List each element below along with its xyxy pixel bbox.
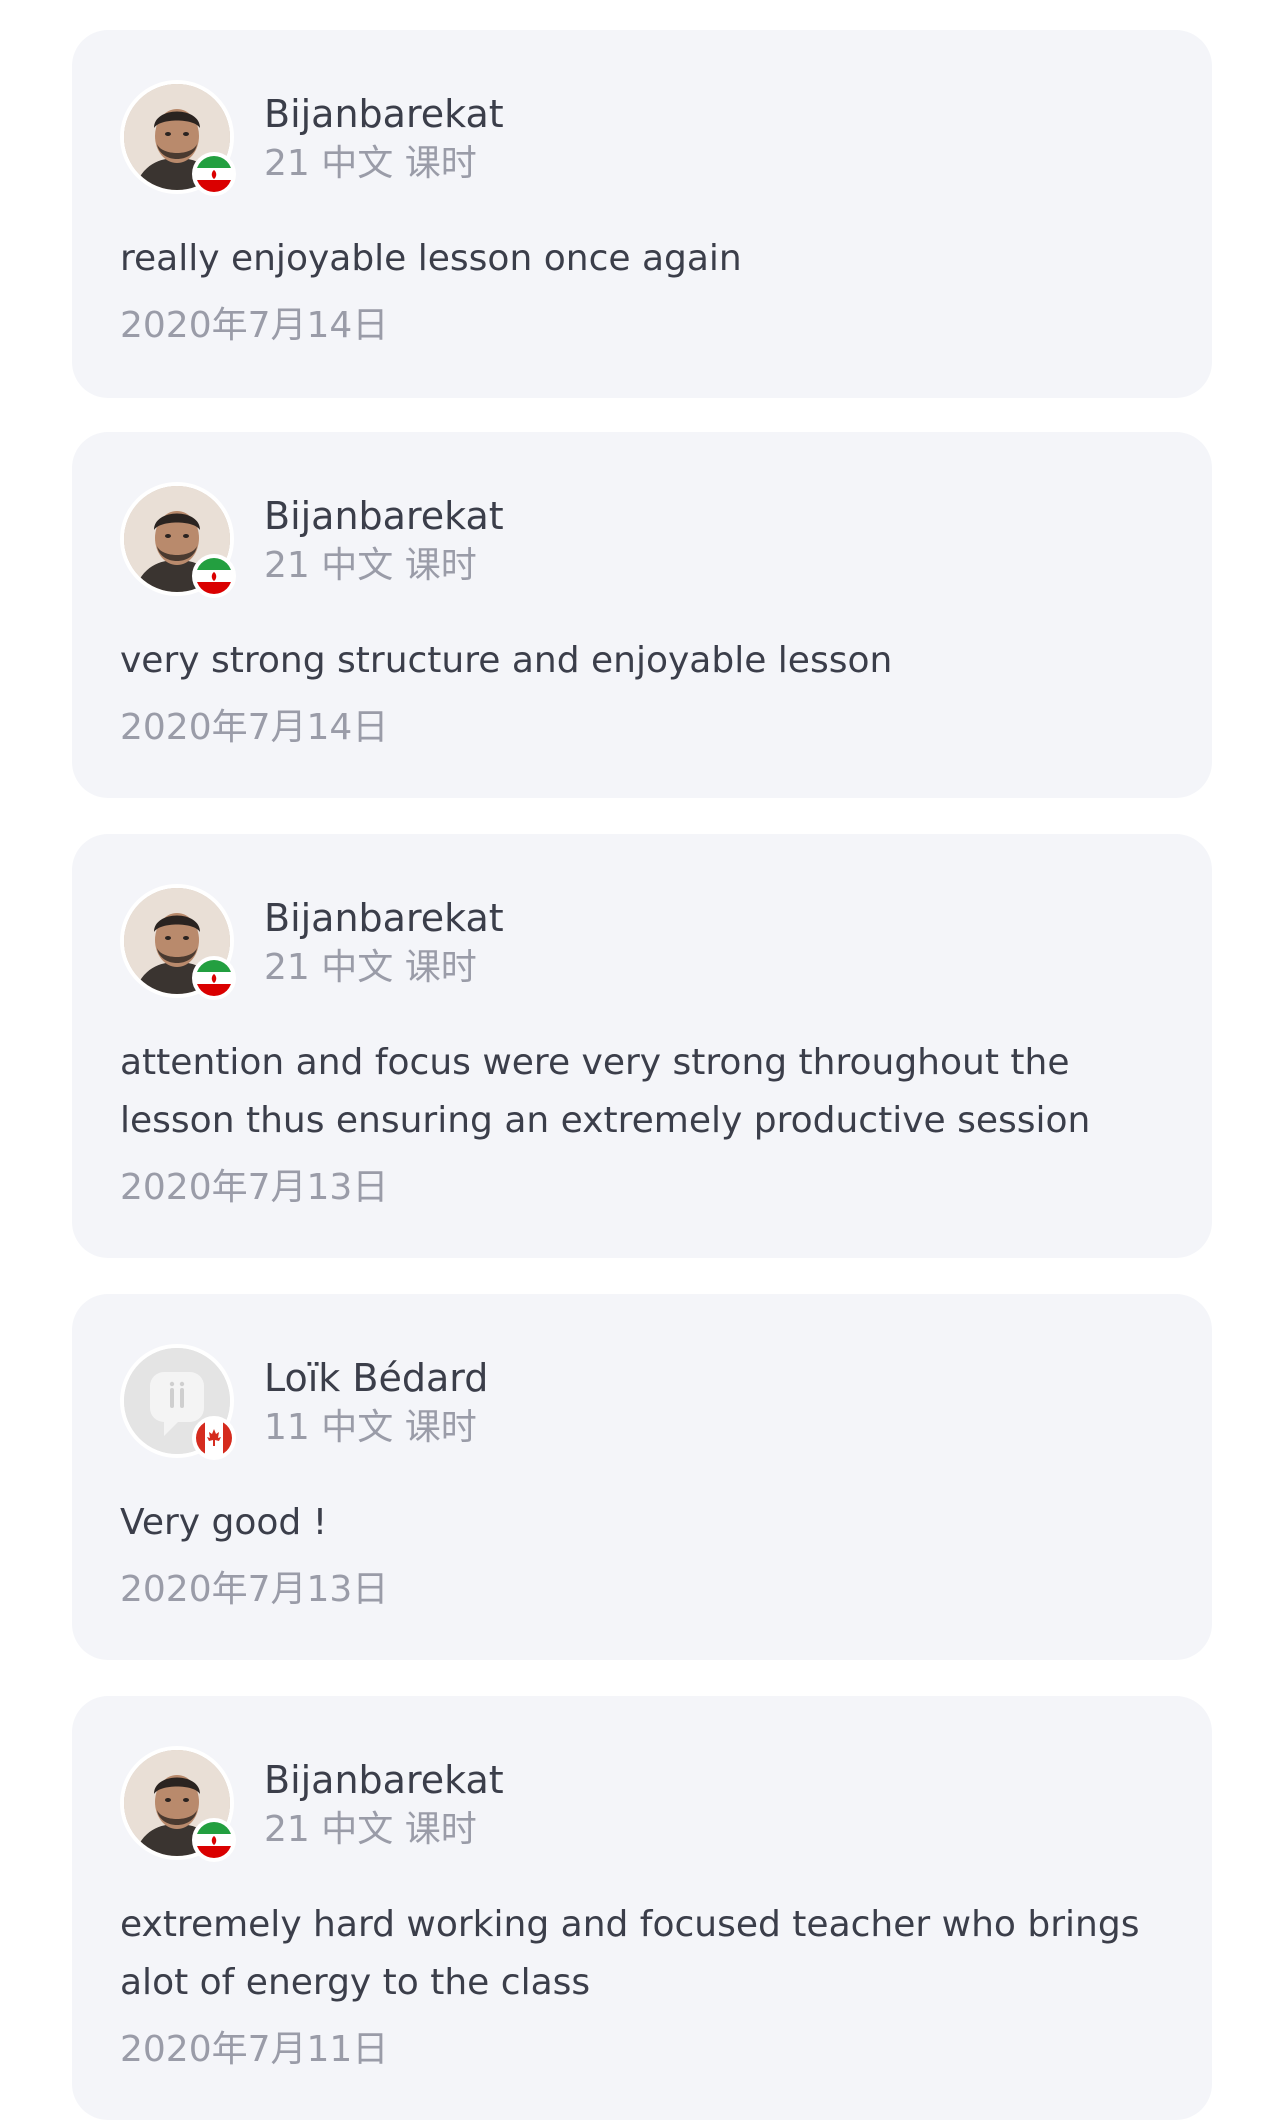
review-text: Very good ! xyxy=(120,1502,328,1543)
reviewer-avatar-wrap[interactable] xyxy=(120,80,236,196)
iran-flag-icon xyxy=(192,956,236,1000)
review-card: Bijanbarekat 21 中文 课时 really enjoyable l… xyxy=(72,30,1212,398)
reviewer-avatar-wrap[interactable] xyxy=(120,1344,236,1460)
reviewer-name[interactable]: Loïk Bédard xyxy=(264,1354,488,1402)
review-card: Loïk Bédard 11 中文 课时 Very good ! 2020年7月… xyxy=(72,1294,1212,1660)
review-text: very strong structure and enjoyable less… xyxy=(120,640,893,681)
reviewer-avatar-wrap[interactable] xyxy=(120,884,236,1000)
review-text: really enjoyable lesson once again xyxy=(120,238,742,279)
review-text: attention and focus were very strong thr… xyxy=(120,1042,1091,1141)
review-card: Bijanbarekat 21 中文 课时 attention and focu… xyxy=(72,834,1212,1258)
reviewer-avatar-wrap[interactable] xyxy=(120,1746,236,1862)
reviewer-name[interactable]: Bijanbarekat xyxy=(264,894,504,942)
iran-flag-icon xyxy=(192,152,236,196)
iran-flag-icon xyxy=(192,554,236,598)
lesson-count: 21 中文 课时 xyxy=(264,143,477,184)
review-card: Bijanbarekat 21 中文 课时 extremely hard wor… xyxy=(72,1696,1212,2120)
review-date: 2020年7月13日 xyxy=(120,1569,389,1610)
reviewer-name[interactable]: Bijanbarekat xyxy=(264,90,504,138)
review-text: extremely hard working and focused teach… xyxy=(120,1904,1140,2003)
review-date: 2020年7月11日 xyxy=(120,2029,389,2070)
lesson-count: 11 中文 课时 xyxy=(264,1407,477,1448)
review-date: 2020年7月14日 xyxy=(120,305,389,346)
review-card: Bijanbarekat 21 中文 课时 very strong struct… xyxy=(72,432,1212,798)
lesson-count: 21 中文 课时 xyxy=(264,545,477,586)
reviewer-avatar-wrap[interactable] xyxy=(120,482,236,598)
review-date: 2020年7月14日 xyxy=(120,707,389,748)
reviewer-name[interactable]: Bijanbarekat xyxy=(264,1756,504,1804)
review-date: 2020年7月13日 xyxy=(120,1167,389,1208)
iran-flag-icon xyxy=(192,1818,236,1862)
reviewer-name[interactable]: Bijanbarekat xyxy=(264,492,504,540)
canada-flag-icon xyxy=(192,1416,236,1460)
lesson-count: 21 中文 课时 xyxy=(264,947,477,988)
lesson-count: 21 中文 课时 xyxy=(264,1809,477,1850)
